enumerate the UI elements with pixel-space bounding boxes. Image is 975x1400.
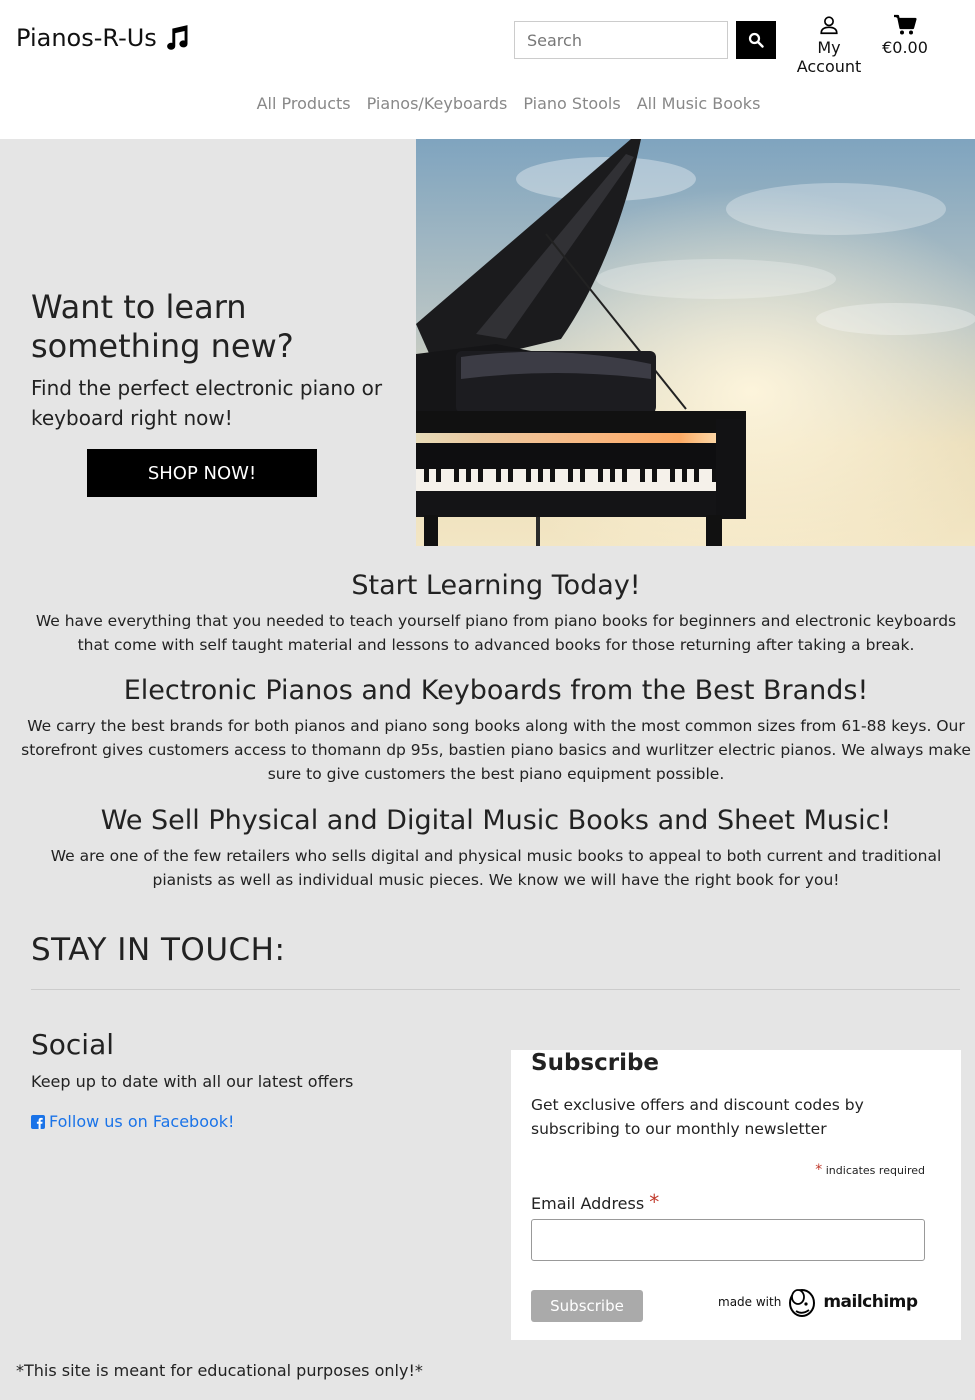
nav-piano-stools[interactable]: Piano Stools (523, 94, 620, 113)
search-icon (748, 32, 764, 48)
footer-note: *This site is meant for educational purp… (16, 1361, 423, 1380)
section-start-learning: Start Learning Today! We have everything… (20, 570, 972, 657)
required-note-text: indicates required (822, 1164, 925, 1177)
hero-title: Want to learn something new? (31, 288, 294, 365)
my-account-link[interactable]: My Account (784, 14, 874, 76)
main-nav: All Products Pianos/Keyboards Piano Stoo… (0, 94, 975, 113)
search-button[interactable] (736, 21, 776, 59)
section-divider (31, 989, 960, 990)
shop-now-button[interactable]: SHOP NOW! (87, 449, 317, 497)
nav-all-music-books[interactable]: All Music Books (637, 94, 761, 113)
hero-subtitle: Find the perfect electronic piano or key… (31, 376, 383, 430)
hero-piano-image (416, 139, 975, 546)
nav-all-products[interactable]: All Products (257, 94, 351, 113)
search-input[interactable] (514, 21, 728, 59)
subscribe-text: Get exclusive offers and discount codes … (531, 1096, 864, 1138)
facebook-link-label: Follow us on Facebook! (49, 1112, 235, 1131)
mailchimp-icon (789, 1289, 816, 1317)
cart-link[interactable]: €0.00 (880, 14, 930, 57)
section-electronic-pianos: Electronic Pianos and Keyboards from the… (20, 675, 972, 786)
social-title: Social (31, 1028, 115, 1061)
made-with-text: made with (718, 1295, 782, 1309)
subscribe-title: Subscribe (531, 1050, 660, 1076)
section-title: Start Learning Today! (351, 570, 641, 601)
user-icon (820, 16, 838, 35)
nav-pianos-keyboards[interactable]: Pianos/Keyboards (367, 94, 508, 113)
section-body: We are one of the few retailers who sell… (50, 847, 942, 889)
music-note-icon (166, 25, 188, 50)
email-field[interactable] (531, 1219, 925, 1261)
grand-piano-illustration (416, 139, 975, 546)
section-title: Electronic Pianos and Keyboards from the… (123, 675, 869, 706)
email-label: Email Address * (531, 1190, 659, 1214)
section-body: We have everything that you needed to te… (35, 612, 957, 654)
subscribe-button[interactable]: Subscribe (531, 1290, 643, 1322)
section-body: We carry the best brands for both pianos… (21, 717, 971, 783)
brand-logo[interactable]: Pianos-R-Us (16, 24, 191, 52)
cart-total: €0.00 (882, 38, 928, 57)
subscribe-form: Subscribe Get exclusive offers and disco… (511, 1050, 961, 1340)
brand-name: Pianos-R-Us (16, 24, 157, 52)
cart-icon (894, 14, 917, 35)
mailchimp-wordmark: mailchimp (823, 1292, 918, 1312)
email-label-text: Email Address (531, 1194, 650, 1213)
section-title: We Sell Physical and Digital Music Books… (100, 805, 892, 836)
facebook-link[interactable]: Follow us on Facebook! (31, 1112, 234, 1131)
facebook-icon (31, 1114, 45, 1129)
account-label: My Account (796, 38, 862, 76)
section-music-books: We Sell Physical and Digital Music Books… (20, 805, 972, 892)
stay-in-touch-heading: STAY IN TOUCH: (31, 932, 286, 968)
email-required-star: * (649, 1190, 660, 1214)
required-note: * indicates required (815, 1162, 925, 1178)
site-header: Pianos-R-Us My Account €0.00 All Product… (0, 0, 975, 139)
social-text: Keep up to date with all our latest offe… (31, 1072, 354, 1091)
mailchimp-badge[interactable]: made with mailchimp (718, 1286, 918, 1318)
